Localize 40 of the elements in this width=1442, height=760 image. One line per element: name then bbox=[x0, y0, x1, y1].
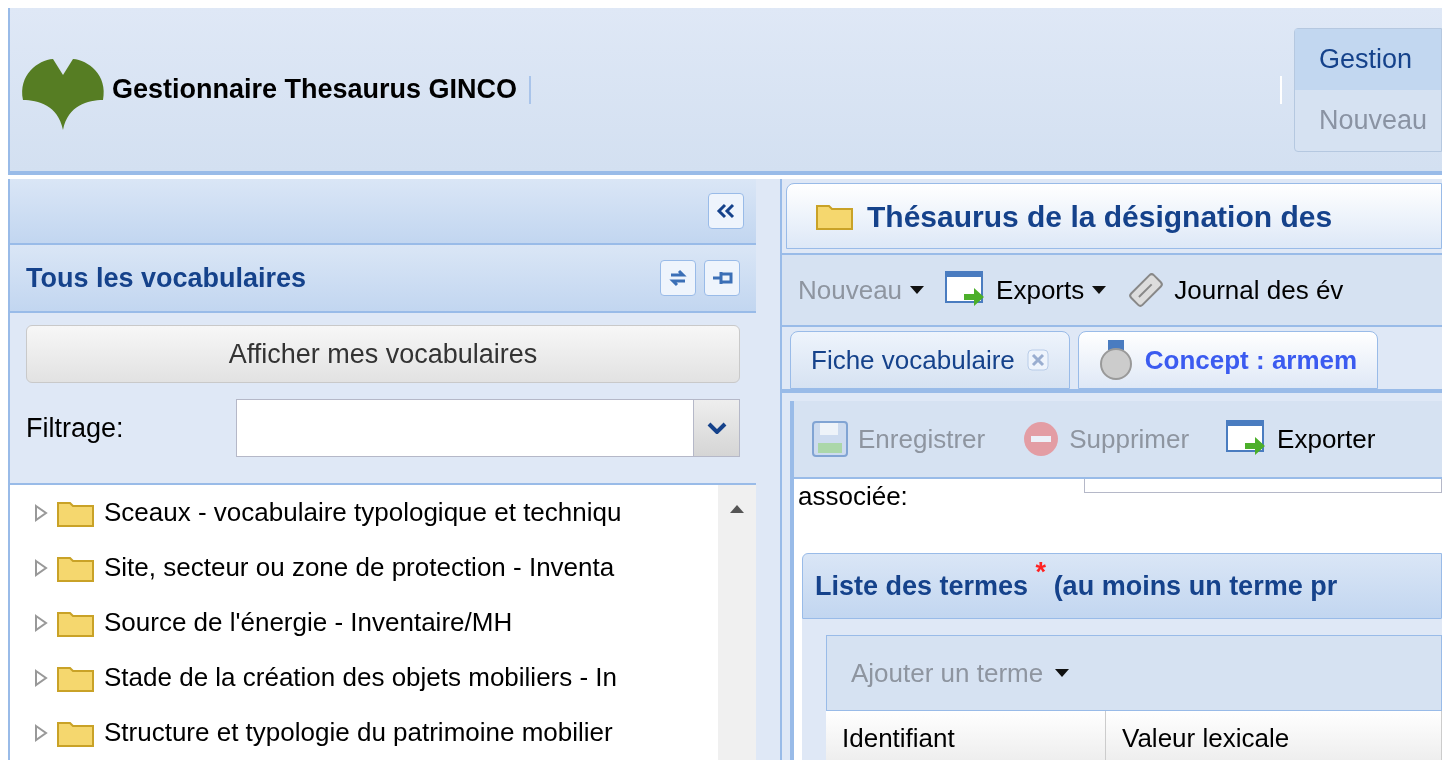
close-icon bbox=[1026, 349, 1049, 371]
show-my-vocabularies-button[interactable]: Afficher mes vocabulaires bbox=[26, 325, 740, 383]
document-title: Thésaurus de la désignation des bbox=[867, 198, 1333, 235]
caret-icon bbox=[1055, 669, 1070, 677]
dropdown-chevron-icon bbox=[706, 422, 727, 434]
field-label: associée: bbox=[797, 480, 909, 509]
app-title: Gestionnaire Thesaurus GINCO bbox=[112, 73, 518, 107]
refresh-icon bbox=[668, 268, 688, 288]
toolbar-button[interactable]: Journal des év bbox=[1126, 270, 1344, 310]
tree-item-label: Stade de la création des objets mobiliers - In bbox=[104, 661, 618, 694]
toolbar-button[interactable]: Exports bbox=[944, 270, 1107, 310]
tree-item[interactable]: Structure et typologie du patrimoine mobilier bbox=[10, 705, 718, 760]
column-header[interactable]: Valeur lexicale bbox=[1106, 711, 1442, 760]
tree-item-label: Sceaux - vocabulaire typologique et techniqu bbox=[104, 496, 622, 529]
document-tab[interactable]: Thésaurus de la désignation des bbox=[786, 183, 1442, 249]
double-chevron-left-icon bbox=[716, 203, 736, 219]
pin-button[interactable] bbox=[704, 260, 740, 296]
tree-item[interactable]: Sceaux - vocabulaire typologique et techniqu bbox=[10, 485, 718, 540]
column-header[interactable]: Identifiant bbox=[826, 711, 1106, 760]
refresh-button[interactable] bbox=[660, 260, 696, 296]
tree-item[interactable]: Site, secteur ou zone de protection - Inventa bbox=[10, 540, 718, 595]
pin-icon bbox=[711, 269, 733, 287]
tree-item-label: Site, secteur ou zone de protection - Inventa bbox=[104, 551, 615, 584]
tree-item[interactable]: Stade de la création des objets mobiliers - In bbox=[10, 650, 718, 705]
tab[interactable]: Concept : armem bbox=[1077, 331, 1379, 389]
collapse-button[interactable] bbox=[708, 193, 744, 229]
toolbar-button[interactable]: Exporter bbox=[1225, 419, 1376, 459]
tree-item-label: Structure et typologie du patrimoine mobilier bbox=[104, 716, 613, 749]
save-icon bbox=[810, 419, 850, 459]
menu-item[interactable]: Gestion bbox=[1295, 28, 1441, 90]
filter-label: Filtrage: bbox=[26, 411, 125, 445]
tree-item-label: Source de l'énergie - Inventaire/MH bbox=[104, 606, 513, 639]
caret-icon bbox=[1092, 286, 1107, 294]
tab[interactable]: Fiche vocabulaire bbox=[790, 331, 1070, 389]
medal-icon bbox=[1098, 340, 1133, 380]
text-field[interactable] bbox=[1084, 479, 1442, 493]
panel-title: Tous les vocabulaires bbox=[26, 261, 307, 295]
scroll-up-icon bbox=[730, 505, 744, 513]
caret-icon bbox=[910, 286, 925, 294]
tree-item[interactable]: Source de l'énergie - Inventaire/MH bbox=[10, 595, 718, 650]
